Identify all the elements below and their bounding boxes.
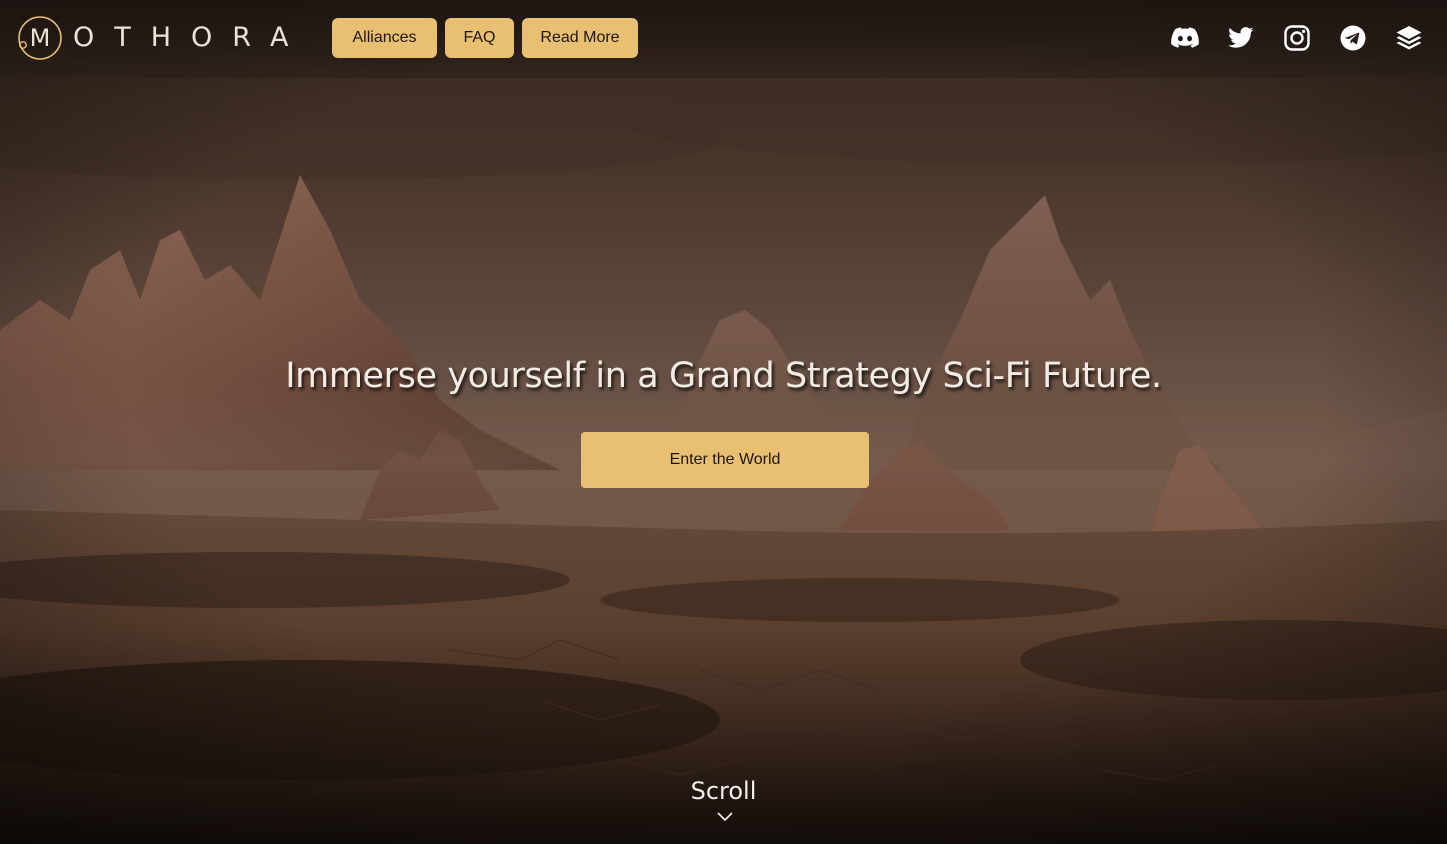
- instagram-icon[interactable]: [1281, 22, 1313, 54]
- enter-world-button[interactable]: Enter the World: [581, 432, 869, 488]
- layers-icon[interactable]: [1393, 22, 1425, 54]
- scroll-label[interactable]: Scroll: [0, 777, 1447, 805]
- hero-headline: Immerse yourself in a Grand Strategy Sci…: [285, 356, 1162, 396]
- telegram-icon[interactable]: [1337, 22, 1369, 54]
- chevron-down-icon[interactable]: [716, 810, 734, 824]
- brand-name: OTHORA: [73, 22, 309, 53]
- read-more-button[interactable]: Read More: [522, 18, 638, 58]
- brand-logo[interactable]: M OTHORA: [17, 15, 308, 61]
- landing-page: M OTHORA Alliances FAQ Read More Immerse…: [0, 0, 1447, 844]
- logo-initial: M: [30, 24, 51, 52]
- top-navigation-bar: M OTHORA Alliances FAQ Read More: [0, 0, 1447, 78]
- hero-background-image: [0, 0, 1447, 844]
- faq-button[interactable]: FAQ: [445, 18, 514, 58]
- logo-mark-icon: M: [18, 16, 62, 60]
- twitter-icon[interactable]: [1225, 22, 1257, 54]
- discord-icon[interactable]: [1169, 22, 1201, 54]
- alliances-button[interactable]: Alliances: [332, 18, 437, 58]
